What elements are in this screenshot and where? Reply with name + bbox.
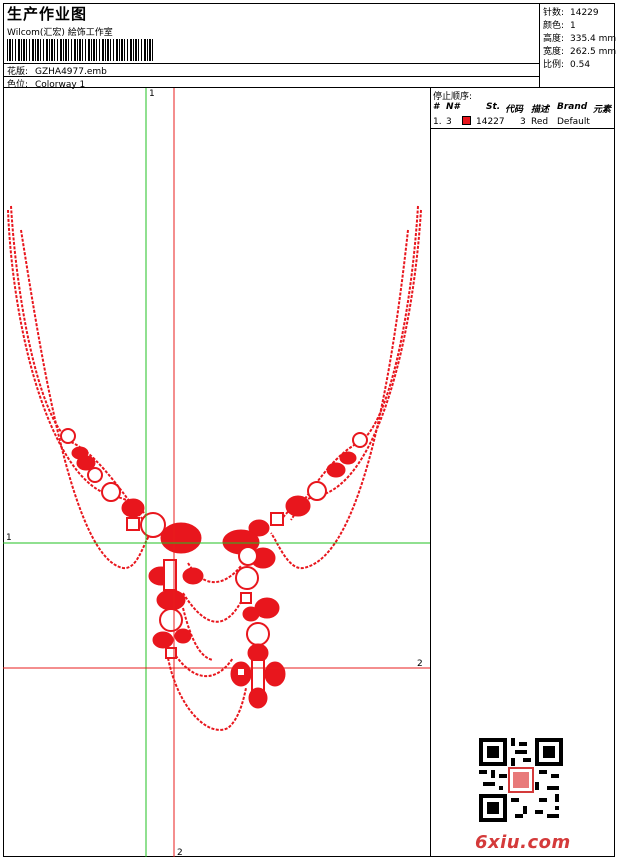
stat-label: 宽度: xyxy=(543,47,565,57)
design-canvas[interactable]: 1 2 1 2 xyxy=(3,88,431,857)
barcode xyxy=(7,39,155,61)
row-description: Red xyxy=(531,117,549,127)
col-header-element: 元素 xyxy=(593,105,612,115)
page-title: 生产作业图 xyxy=(7,5,88,23)
stat-stitches: 针数: 14229 xyxy=(543,5,599,18)
row-needle: 3 xyxy=(446,117,452,127)
company-name: Wilcom(汇宏) 絵饰工作室 xyxy=(7,28,113,38)
header: 生产作业图 Wilcom(汇宏) 絵饰工作室 花版: GZHA4977.emb 色… xyxy=(3,3,616,90)
color-swatch xyxy=(462,116,471,125)
guide-label-bottom-2: 2 xyxy=(177,848,183,857)
stat-label: 颜色: xyxy=(543,21,565,31)
stop-sequence-panel: 停止顺序: # N# St. 代码 描述 Brand 元素 1. 3 14227… xyxy=(431,88,615,857)
stat-value: 1 xyxy=(570,21,576,31)
header-info: 生产作业图 Wilcom(汇宏) 絵饰工作室 花版: GZHA4977.emb 色… xyxy=(3,3,540,90)
stat-height: 高度: 335.4 mm xyxy=(543,31,616,44)
stat-scale: 比例: 0.54 xyxy=(543,57,590,70)
col-header-description: 描述 xyxy=(531,105,550,115)
stat-value: 14229 xyxy=(570,8,599,18)
row-code: 3 xyxy=(520,117,526,127)
necklace-chains xyxy=(7,205,422,731)
guide-lines xyxy=(3,88,430,857)
row-brand: Default xyxy=(557,117,590,127)
stop-sequence-title: 停止顺序: xyxy=(433,92,473,102)
col-header-index: # xyxy=(433,102,440,112)
stat-value: 262.5 mm xyxy=(570,47,617,57)
pendant-right xyxy=(222,529,286,709)
guide-label-right-2: 2 xyxy=(417,659,423,669)
stat-value: 335.4 mm xyxy=(570,34,617,44)
stats-panel: 针数: 14229 颜色: 1 高度: 335.4 mm 宽度: 262.5 mm 比例… xyxy=(540,3,616,87)
stat-label: 针数: xyxy=(543,8,565,18)
qr-code xyxy=(479,738,563,822)
stat-label: 比例: xyxy=(543,60,565,70)
embroidery-design: 1 2 1 2 xyxy=(3,88,430,857)
panel-divider xyxy=(431,128,615,129)
stat-width: 宽度: 262.5 mm xyxy=(543,44,616,57)
stat-label: 高度: xyxy=(543,34,565,44)
col-header-stitches: St. xyxy=(486,102,501,112)
guide-label-top-1: 1 xyxy=(149,89,155,99)
col-header-code: 代码 xyxy=(505,105,524,115)
col-header-needle: N# xyxy=(446,102,460,112)
row-stitches: 14227 xyxy=(476,117,505,127)
stat-value: 0.54 xyxy=(570,60,591,70)
guide-label-left-1: 1 xyxy=(6,533,12,543)
stat-colors: 颜色: 1 xyxy=(543,18,576,31)
col-header-brand: Brand xyxy=(557,102,588,112)
row-index: 1. xyxy=(433,117,442,127)
watermark-logo: 6xiu.com xyxy=(475,832,571,853)
